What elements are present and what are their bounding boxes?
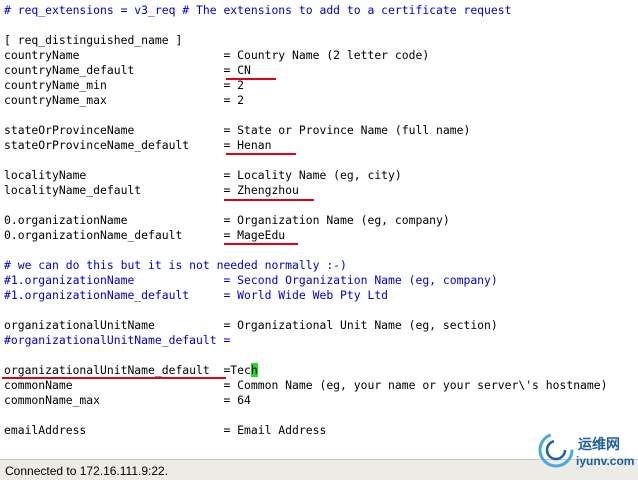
site-watermark: 运维网 iyunv.com (536, 426, 636, 476)
terminal-line: #organizationalUnitName_default = (4, 333, 231, 347)
annotation-underline (226, 78, 276, 80)
terminal-line: # we can do this but it is not needed no… (4, 258, 347, 272)
terminal-line: #1.organizationName_default = World Wide… (4, 288, 389, 302)
terminal-line: localityName = Locality Name (eg, city) (4, 168, 402, 182)
terminal-cursor: h (250, 363, 258, 377)
terminal-line: [ req_distinguished_name ] (4, 33, 183, 47)
terminal-line: 0.organizationName_default = MageEdu (4, 228, 286, 242)
terminal-line-current: organizationalUnitName_default =Tech (4, 363, 258, 378)
terminal-line: commonName = Common Name (eg, your name … (4, 378, 608, 392)
terminal-line: countryName_max = 2 (4, 93, 245, 107)
annotation-underline (224, 199, 314, 201)
terminal-line: localityName_default = Zhengzhou (4, 183, 299, 197)
terminal-line: stateOrProvinceName = State or Province … (4, 123, 471, 137)
watermark-logo-icon (538, 432, 574, 468)
connection-status: Connected to 172.16.111.9:22. (5, 464, 169, 478)
watermark-text-cn: 运维网 (578, 437, 620, 453)
terminal-line: countryName_default = CN (4, 63, 251, 77)
annotation-underline (2, 377, 226, 379)
current-line-text: organizationalUnitName_default =Tec (4, 363, 251, 377)
terminal-line: #1.organizationName = Second Organizatio… (4, 273, 498, 287)
terminal-line: countryName_min = 2 (4, 78, 245, 92)
watermark-text-url: iyunv.com (576, 454, 635, 468)
terminal-line: emailAddress = Email Address (4, 423, 327, 437)
terminal-line: organizationalUnitName = Organizational … (4, 318, 498, 332)
terminal-line: commonName_max = 64 (4, 393, 251, 407)
terminal-line: countryName = Country Name (2 letter cod… (4, 48, 430, 62)
annotation-underline (226, 153, 296, 155)
terminal-line: stateOrProvinceName_default = Henan (4, 138, 272, 152)
terminal-line: 0.organizationName = Organization Name (… (4, 213, 450, 227)
annotation-underline (224, 243, 298, 245)
terminal-line: # req_extensions = v3_req # The extensio… (4, 3, 512, 17)
terminal-window[interactable]: # req_extensions = v3_req # The extensio… (0, 0, 638, 459)
